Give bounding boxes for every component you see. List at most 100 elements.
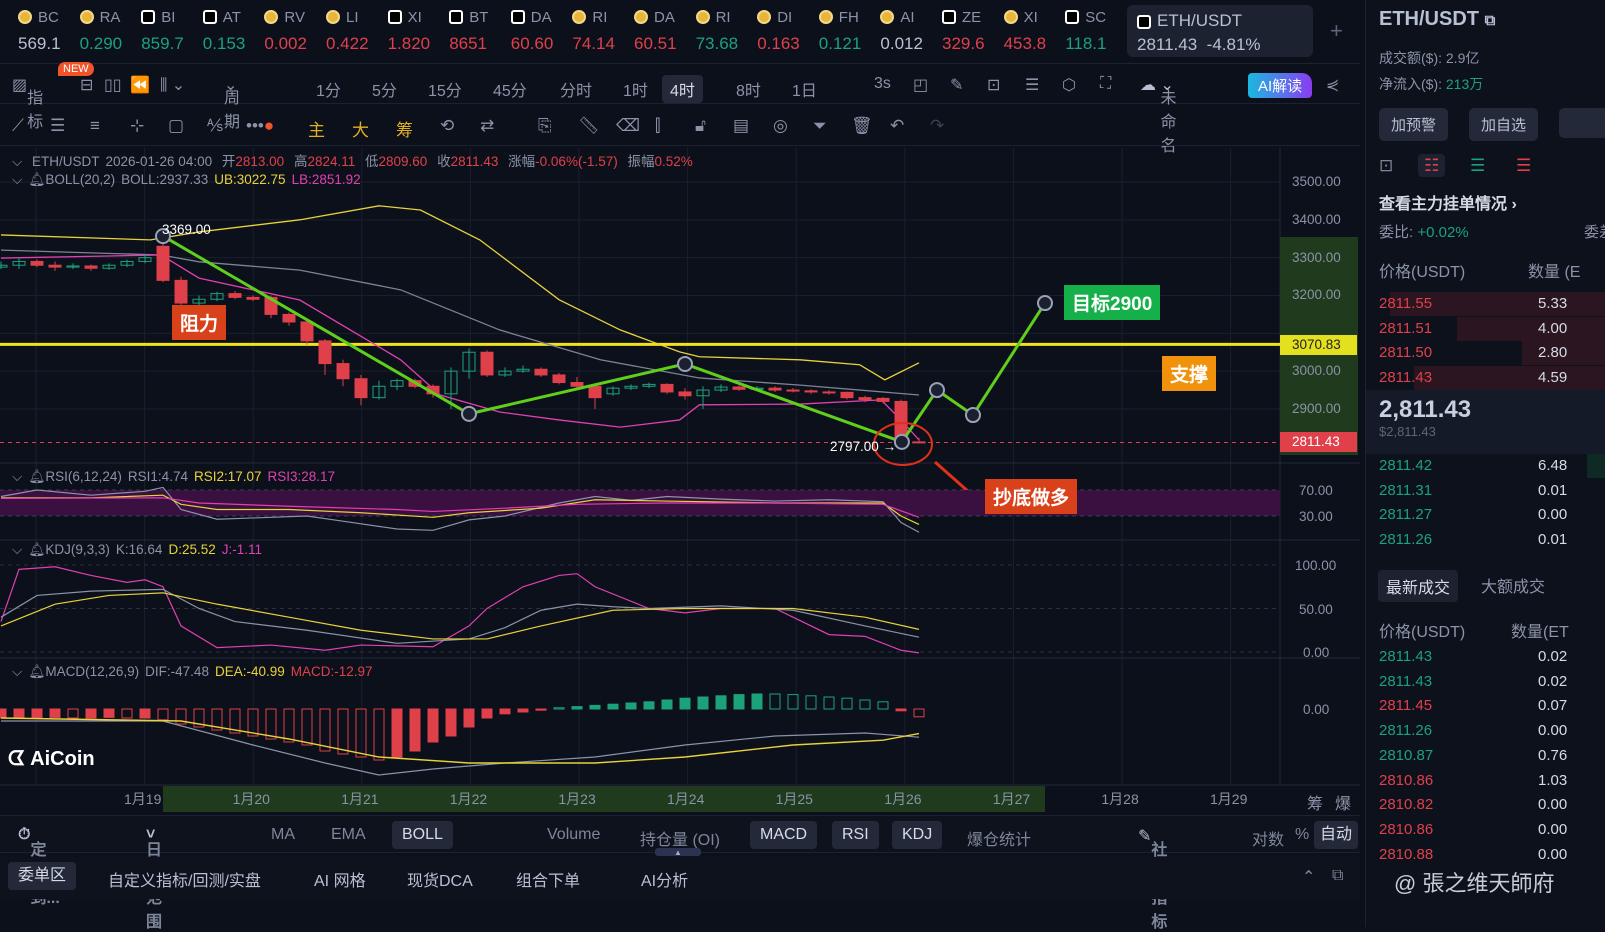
ind-ema[interactable]: EMA	[331, 826, 366, 844]
bid-row[interactable]: 2811.26 0.01	[1366, 528, 1605, 552]
collapse-icon[interactable]: ⌵	[12, 172, 22, 187]
boll-mid: BOLL:2937.33	[121, 172, 209, 187]
ask-row[interactable]: 2811.55 5.33	[1366, 292, 1605, 316]
macd-histogram-bar	[481, 708, 493, 719]
macd-histogram-bar	[625, 702, 637, 710]
tab-spot-dca[interactable]: 现货DCA	[407, 867, 473, 891]
trades-qty-header: 数量(ET	[1511, 624, 1569, 641]
bell-icon[interactable]: 🔔︎	[28, 172, 45, 187]
ind-liquidation[interactable]: 爆仓统计	[967, 826, 1031, 850]
macd-histogram-bar	[535, 708, 547, 711]
locate-button[interactable]: ⏱ 定位到...	[18, 826, 60, 907]
ind-kdj[interactable]: KDJ	[892, 821, 943, 849]
ind-oi[interactable]: 持仓量 (OI)	[640, 826, 720, 850]
macd-name[interactable]: MACD(12,26,9)	[45, 664, 139, 679]
collapse-icon[interactable]: ⌵	[12, 154, 22, 169]
time-tick: 1月29	[1210, 791, 1248, 807]
candle-body	[804, 390, 818, 393]
tab-latest-trades[interactable]: 最新成交	[1378, 570, 1459, 602]
mid-price: 2,811.43	[1379, 396, 1472, 423]
collapse-icon[interactable]: ⌵	[12, 664, 22, 679]
macd-value: MACD:-12.97	[290, 664, 373, 679]
kdj-axis-100: 100.00	[1295, 558, 1337, 573]
order-ratio: 委比: +0.02%	[1379, 221, 1469, 242]
tab-ai-grid[interactable]: AI 网格	[314, 867, 366, 891]
candle-body	[786, 389, 800, 392]
boll-name[interactable]: BOLL(20,2)	[45, 172, 115, 187]
bid-row[interactable]: 2811.31 0.01	[1366, 479, 1605, 503]
macd-histogram-bar	[0, 708, 7, 719]
bell-icon[interactable]: 🔔︎	[28, 469, 45, 484]
time-tick: 1月27	[992, 791, 1031, 807]
trade-price: 2810.86	[1379, 820, 1434, 838]
trade-qty: 0.00	[1538, 845, 1568, 863]
popout-icon[interactable]: ⧉	[1332, 867, 1343, 885]
trend-anchor-point	[893, 433, 910, 450]
ohlc-legend: ⌵ ETH/USDT 2026-01-26 04:00 开2813.00 高282…	[12, 150, 699, 170]
add-alert-button[interactable]: 加预警	[1379, 108, 1449, 141]
chips-axis-button[interactable]: 筹	[1307, 790, 1323, 814]
auto-scale-toggle[interactable]: 自动	[1314, 821, 1359, 849]
macd-histogram-bar	[355, 708, 367, 758]
trade-price: 2810.88	[1379, 845, 1434, 863]
orderbook-both-icon[interactable]: ☷	[1417, 154, 1446, 177]
ind-macd[interactable]: MACD	[750, 821, 818, 849]
rsi-name[interactable]: RSI(6,12,24)	[45, 469, 122, 484]
bid-price: 2811.27	[1379, 506, 1433, 523]
tab-orders[interactable]: 委单区	[8, 862, 77, 890]
log-scale-toggle[interactable]: 对数	[1252, 826, 1284, 850]
expand-panel-handle[interactable]: ▲	[655, 848, 701, 857]
bid-row[interactable]: 2811.27 0.00	[1366, 503, 1605, 527]
time-tick: 1月22	[449, 791, 488, 807]
macd-histogram-bar	[823, 696, 835, 710]
orderbook-bids-icon[interactable]: ☰	[1470, 156, 1485, 175]
candle-body	[894, 400, 908, 438]
tab-ai-analysis[interactable]: AI分析	[641, 867, 688, 891]
ask-row[interactable]: 2811.51 4.00	[1366, 316, 1605, 341]
price-chart[interactable]	[0, 0, 1360, 815]
macd-histogram-bar	[895, 708, 907, 712]
indicator-bar: ⏱ 定位到... 日期范围 ˅ MA EMA BOLL Volume 持仓量 (…	[0, 815, 1360, 931]
d-value: D:25.52	[168, 542, 216, 557]
percent-scale-toggle[interactable]: %	[1295, 826, 1309, 844]
collapse-up-icon[interactable]: ⌃	[1302, 867, 1315, 887]
time-tick: 1月28	[1101, 791, 1139, 807]
logo-text: AiCoin	[30, 748, 95, 770]
trade-row: 2810.86 0.00	[1366, 818, 1605, 842]
ind-boll[interactable]: BOLL	[392, 821, 453, 849]
kdj-d-line	[0, 592, 920, 640]
bell-icon[interactable]: 🔔︎	[28, 542, 45, 557]
kdj-name[interactable]: KDJ(9,3,3)	[45, 542, 110, 557]
ask-row[interactable]: 2811.43 4.59	[1366, 365, 1605, 390]
trade-row: 2810.87 0.76	[1366, 744, 1605, 768]
community-indicators[interactable]: ✎ 社区指标	[1138, 826, 1167, 931]
candle-body	[912, 441, 926, 444]
bid-price: 2811.31	[1379, 481, 1433, 499]
more-button[interactable]	[1559, 108, 1605, 138]
bell-icon[interactable]: 🔔︎	[28, 664, 45, 679]
bid-row[interactable]: 2811.42 6.48	[1366, 454, 1605, 478]
collapse-icon[interactable]: ⌵	[12, 542, 22, 557]
add-watchlist-button[interactable]: 加自选	[1469, 108, 1539, 141]
liquidation-axis-button[interactable]: 爆	[1335, 790, 1351, 814]
mid-price-usd: $2,811.43	[1379, 424, 1436, 439]
ind-ma[interactable]: MA	[271, 826, 295, 844]
ind-volume[interactable]: Volume	[547, 826, 600, 844]
tab-large-trades[interactable]: 大额成交	[1481, 573, 1545, 597]
macd-histogram-bar	[427, 708, 439, 743]
macd-histogram-bar	[553, 707, 565, 710]
orderbook-asks-icon[interactable]: ☰	[1516, 156, 1531, 175]
depth-link[interactable]: 查看主力挂单情况 ›	[1379, 190, 1517, 214]
buy-the-dip-label: 抄底做多	[985, 479, 1078, 514]
ask-row[interactable]: 2811.50 2.80	[1366, 341, 1605, 365]
date-range-button[interactable]: 日期范围 ˅	[146, 826, 162, 931]
bottom-tab-bar: 委单区 自定义指标/回测/实盘 AI 网格 现货DCA 组合下单 AI分析 ⌃ …	[0, 857, 1360, 899]
collapse-icon[interactable]: ⌵	[12, 469, 22, 484]
time-tick: 1月26	[884, 791, 922, 807]
copy-icon[interactable]: ⧉	[1485, 12, 1496, 29]
popout-orderbook-icon[interactable]: ⊡	[1379, 156, 1393, 175]
ind-rsi[interactable]: RSI	[832, 821, 879, 849]
ratio-label: 委比:	[1379, 224, 1414, 241]
tab-combo-order[interactable]: 组合下单	[516, 867, 580, 891]
tab-custom-indicators[interactable]: 自定义指标/回测/实盘	[108, 867, 261, 891]
